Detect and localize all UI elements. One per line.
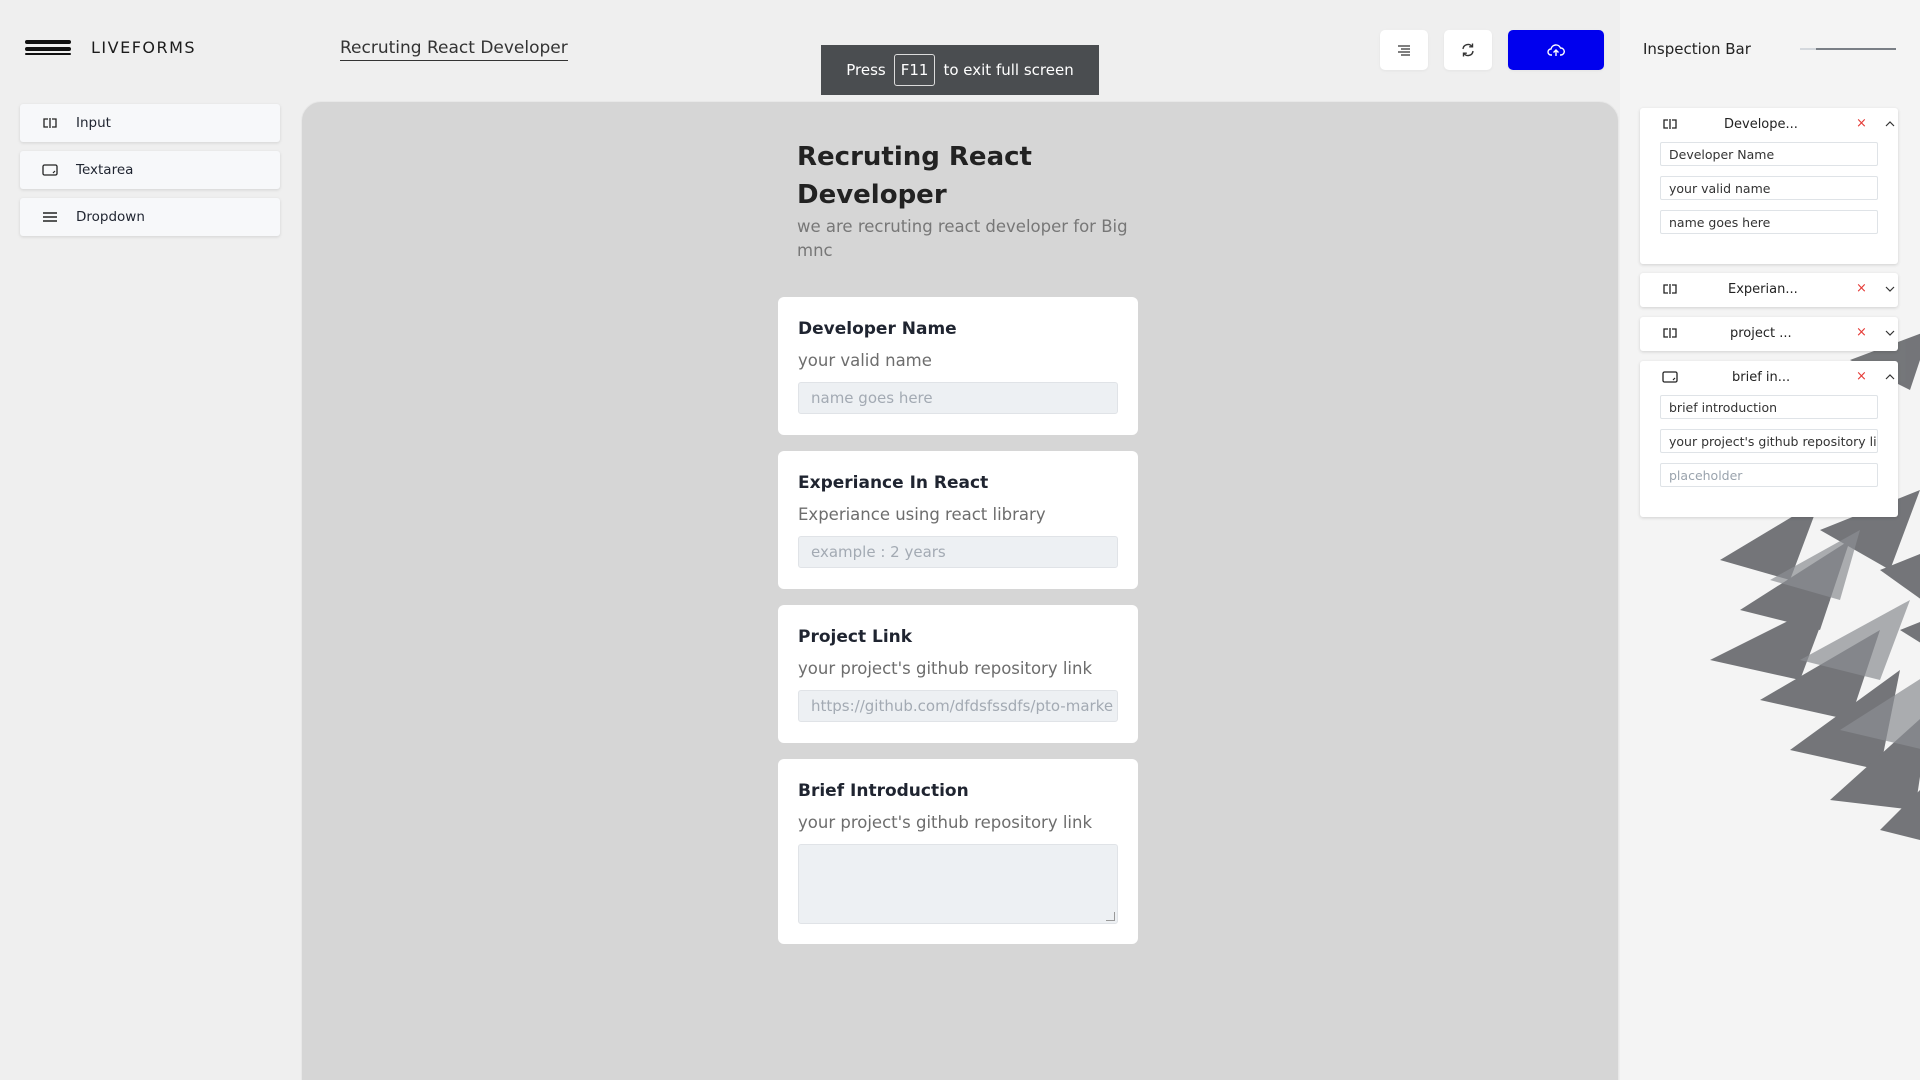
app-logo[interactable]: LIVEFORMS <box>25 38 196 57</box>
input-icon <box>42 116 58 130</box>
textarea-icon <box>1662 371 1678 387</box>
form-title: Recruting React Developer <box>797 142 1032 210</box>
inspection-panel-experience[interactable]: Experian... × <box>1640 273 1898 307</box>
experience-input[interactable]: example : 2 years <box>798 536 1118 568</box>
close-icon[interactable]: × <box>1856 369 1867 384</box>
form-field-card[interactable]: Brief Introduction your project's github… <box>778 759 1138 944</box>
component-sidebar: Input Textarea Dropdown <box>20 104 280 245</box>
refresh-icon <box>1462 43 1474 57</box>
chevron-down-icon[interactable] <box>1885 282 1895 297</box>
input-icon <box>1662 283 1678 299</box>
field-label: Developer Name <box>798 319 957 339</box>
project-link-input[interactable]: https://github.com/dfdsfssdfs/pto-marke <box>798 690 1118 722</box>
field-label: Brief Introduction <box>798 781 969 801</box>
panel-name: Experian... <box>1728 282 1798 297</box>
panel-header[interactable]: project ... × <box>1640 317 1898 351</box>
panel-name: brief in... <box>1732 370 1791 385</box>
publish-button[interactable] <box>1508 30 1604 70</box>
inspection-panel-developer-name[interactable]: Develope... × Developer Name your valid … <box>1640 108 1898 264</box>
field-help: your valid name <box>798 351 932 370</box>
panel-header[interactable]: Experian... × <box>1640 273 1898 307</box>
list-button[interactable] <box>1380 30 1428 70</box>
form-title-input[interactable]: Recruting React Developer <box>340 38 568 61</box>
sidebar-item-dropdown[interactable]: Dropdown <box>20 198 280 236</box>
sidebar-item-label: Dropdown <box>76 209 145 225</box>
panel-help-field[interactable]: your project's github repository lir <box>1660 429 1878 453</box>
developer-name-input[interactable]: name goes here <box>798 382 1118 414</box>
field-help: your project's github repository link <box>798 659 1093 678</box>
field-help: your project's github repository link <box>798 813 1093 832</box>
inspection-panel-project[interactable]: project ... × <box>1640 317 1898 351</box>
toast-text: to exit full screen <box>943 61 1074 79</box>
panel-header[interactable]: brief in... × <box>1640 361 1898 395</box>
close-icon[interactable]: × <box>1856 281 1867 296</box>
inspection-panel-brief-introduction[interactable]: brief in... × brief introduction your pr… <box>1640 361 1898 517</box>
toast-press: Press <box>846 61 886 79</box>
chevron-up-icon[interactable] <box>1885 370 1895 385</box>
chevron-down-icon[interactable] <box>1885 326 1895 341</box>
panel-header[interactable]: Develope... × <box>1640 108 1898 142</box>
sidebar-item-input[interactable]: Input <box>20 104 280 142</box>
close-icon[interactable]: × <box>1856 116 1867 131</box>
field-help: Experiance using react library <box>798 505 1046 524</box>
list-icon <box>1398 45 1410 56</box>
panel-label-field[interactable]: Developer Name <box>1660 142 1878 166</box>
inspection-bar-title: Inspection Bar <box>1643 40 1751 58</box>
menu-icon[interactable] <box>25 39 71 57</box>
dropdown-icon <box>42 210 58 224</box>
chevron-up-icon[interactable] <box>1885 117 1895 132</box>
panel-help-field[interactable]: your valid name <box>1660 176 1878 200</box>
brief-introduction-textarea[interactable] <box>798 844 1118 924</box>
toast-key: F11 <box>893 54 936 86</box>
sidebar-item-textarea[interactable]: Textarea <box>20 151 280 189</box>
panel-name: Develope... <box>1724 117 1798 132</box>
panel-label-field[interactable]: brief introduction <box>1660 395 1878 419</box>
input-icon <box>1662 118 1678 134</box>
sidebar-item-label: Input <box>76 115 111 131</box>
panel-name: project ... <box>1730 326 1792 341</box>
field-label: Experiance In React <box>798 473 989 493</box>
panel-placeholder-field[interactable]: name goes here <box>1660 210 1878 234</box>
logo-text: LIVEFORMS <box>91 38 197 57</box>
close-icon[interactable]: × <box>1856 325 1867 340</box>
fullscreen-toast: Press F11 to exit full screen <box>821 45 1099 95</box>
textarea-icon <box>42 163 58 177</box>
form-field-card[interactable]: Developer Name your valid name name goes… <box>778 297 1138 435</box>
inspection-slider-track <box>1800 48 1816 50</box>
panel-placeholder-field[interactable]: placeholder <box>1660 463 1878 487</box>
form-field-card[interactable]: Project Link your project's github repos… <box>778 605 1138 743</box>
input-icon <box>1662 327 1678 343</box>
refresh-button[interactable] <box>1444 30 1492 70</box>
form-field-card[interactable]: Experiance In React Experiance using rea… <box>778 451 1138 589</box>
sidebar-item-label: Textarea <box>76 162 134 178</box>
form-description: we are recruting react developer for Big… <box>797 217 1128 260</box>
form-header: Recruting React Developer we are recruti… <box>797 138 1137 263</box>
cloud-upload-icon <box>1547 44 1565 56</box>
field-label: Project Link <box>798 627 913 647</box>
